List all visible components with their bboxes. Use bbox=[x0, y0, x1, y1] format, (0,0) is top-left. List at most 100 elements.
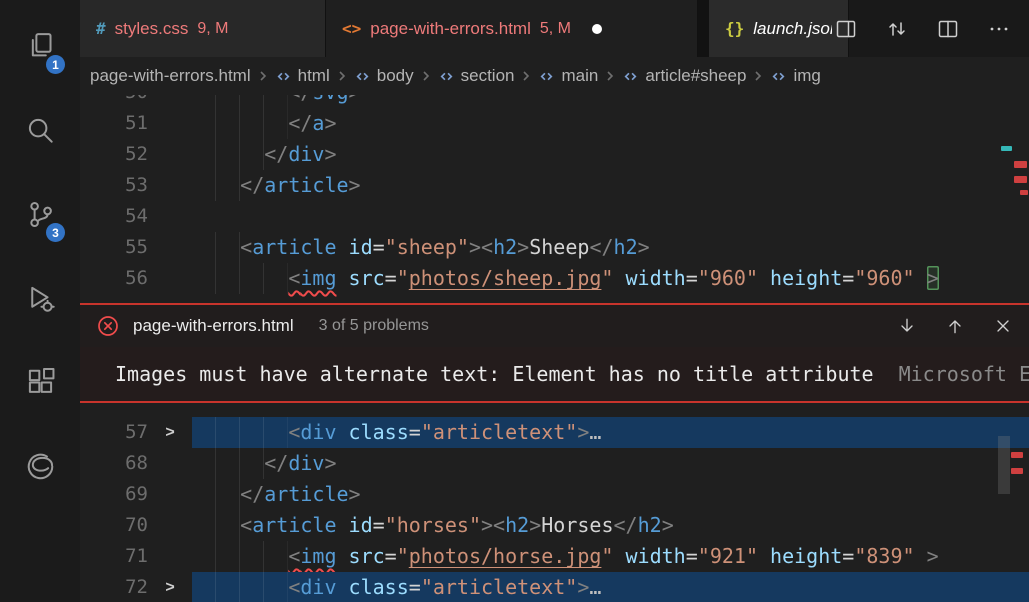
code-text[interactable]: <article id="sheep"><h2>Sheep</h2> bbox=[192, 232, 1029, 263]
code-token: div bbox=[300, 575, 336, 599]
code-line-69[interactable]: 69 </article> bbox=[80, 479, 1029, 510]
chevron-right-icon bbox=[255, 68, 271, 84]
line-number[interactable]: 53 bbox=[80, 170, 148, 201]
peek-message-row[interactable]: Images must have alternate text: Element… bbox=[80, 347, 1029, 401]
line-number[interactable]: 52 bbox=[80, 139, 148, 170]
activity-search[interactable] bbox=[0, 88, 80, 172]
line-number[interactable]: 51 bbox=[80, 108, 148, 139]
indent-guides bbox=[192, 263, 288, 294]
code-text[interactable]: <article id="horses"><h2>Horses</h2> bbox=[192, 510, 1029, 541]
code-token: "839" bbox=[854, 544, 914, 568]
code-token: > bbox=[577, 420, 589, 444]
code-text[interactable]: <img src="photos/horse.jpg" width="921" … bbox=[192, 541, 1029, 572]
overview-error-mark bbox=[1011, 468, 1023, 474]
activity-source-control[interactable]: 3 bbox=[0, 172, 80, 256]
fold-gutter bbox=[148, 510, 192, 541]
code-text[interactable]: </svg> bbox=[192, 95, 1029, 108]
editor-bottom: 57><div class="articletext">…68</div>69<… bbox=[80, 403, 1029, 602]
breadcrumb-item[interactable]: page-with-errors.html bbox=[88, 66, 253, 86]
code-text[interactable]: </div> bbox=[192, 139, 1029, 170]
previous-problem-icon[interactable] bbox=[945, 316, 965, 336]
line-number[interactable]: 56 bbox=[80, 263, 148, 294]
breadcrumb-item[interactable]: img bbox=[768, 66, 822, 86]
code-text[interactable]: </div> bbox=[192, 448, 1029, 479]
breadcrumb-item[interactable]: html bbox=[273, 66, 332, 86]
more-actions-icon[interactable] bbox=[987, 17, 1011, 41]
code-token: h2 bbox=[505, 513, 529, 537]
line-number[interactable]: 54 bbox=[80, 201, 148, 232]
code-token: = bbox=[842, 544, 854, 568]
code-line-52[interactable]: 52 </div> bbox=[80, 139, 1029, 170]
editor-actions bbox=[849, 0, 1029, 57]
line-number[interactable]: 70 bbox=[80, 510, 148, 541]
code-line-56[interactable]: 56 <img src="photos/sheep.jpg" width="960… bbox=[80, 263, 1029, 294]
fold-gutter bbox=[148, 448, 192, 479]
code-token bbox=[758, 266, 770, 290]
code-token: > bbox=[349, 95, 361, 104]
code-token: < bbox=[288, 575, 300, 599]
code-token: … bbox=[589, 420, 601, 444]
code-line-53[interactable]: 53 </article> bbox=[80, 170, 1029, 201]
activity-run-debug[interactable] bbox=[0, 256, 80, 340]
code-token: "articletext" bbox=[421, 575, 578, 599]
editor-top: 50 </svg> 51 </a> 52 </div> 53 </article> 5455 <a… bbox=[80, 95, 1029, 303]
activity-extensions[interactable] bbox=[0, 340, 80, 424]
code-line-72[interactable]: 72><div class="articletext">… bbox=[80, 572, 1029, 602]
line-number[interactable]: 72 bbox=[80, 572, 148, 602]
code-token: id bbox=[349, 513, 373, 537]
scrollbar-thumb[interactable] bbox=[998, 436, 1010, 494]
code-line-70[interactable]: 70 <article id="horses"><h2>Horses</h2> bbox=[80, 510, 1029, 541]
next-problem-icon[interactable] bbox=[897, 316, 917, 336]
code-text[interactable]: <img src="photos/sheep.jpg" width="960" … bbox=[192, 263, 1029, 294]
code-text[interactable] bbox=[192, 201, 1029, 232]
split-editor-icon[interactable] bbox=[936, 17, 960, 41]
unsaved-changes-dot[interactable] bbox=[592, 24, 602, 34]
breadcrumb-item[interactable]: main bbox=[536, 66, 600, 86]
code-line-55[interactable]: 55 <article id="sheep"><h2>Sheep</h2> bbox=[80, 232, 1029, 263]
line-number[interactable]: 69 bbox=[80, 479, 148, 510]
code-token: "921" bbox=[698, 544, 758, 568]
run-debug-icon bbox=[24, 282, 57, 315]
code-line-71[interactable]: 71<img src="photos/horse.jpg" width="921… bbox=[80, 541, 1029, 572]
code-text[interactable]: <div class="articletext">… bbox=[192, 417, 1029, 448]
compare-changes-icon[interactable] bbox=[885, 17, 909, 41]
code-token: img bbox=[300, 544, 336, 568]
fold-chevron-icon[interactable]: > bbox=[148, 572, 192, 602]
code-token: div bbox=[288, 451, 324, 475]
line-number[interactable]: 68 bbox=[80, 448, 148, 479]
activity-edge-devtools[interactable] bbox=[0, 424, 80, 508]
line-number[interactable]: 71 bbox=[80, 541, 148, 572]
activity-explorer[interactable]: 1 bbox=[0, 4, 80, 88]
code-text[interactable]: <div class="articletext">… bbox=[192, 572, 1029, 602]
indent-guides bbox=[192, 479, 240, 510]
breadcrumb-item[interactable]: article#sheep bbox=[620, 66, 748, 86]
toggle-layout-icon[interactable] bbox=[834, 17, 858, 41]
tab-styles-css[interactable]: # styles.css 9, M bbox=[80, 0, 326, 57]
fold-gutter bbox=[148, 139, 192, 170]
line-number[interactable]: 55 bbox=[80, 232, 148, 263]
breadcrumb-item[interactable]: body bbox=[352, 66, 416, 86]
breadcrumb-item[interactable]: section bbox=[436, 66, 517, 86]
file-path-link[interactable]: photos/sheep.jpg bbox=[409, 266, 602, 290]
file-path-link[interactable]: photos/horse.jpg bbox=[409, 544, 602, 568]
code-line-50[interactable]: 50 </svg> bbox=[80, 95, 1029, 108]
code-text[interactable]: </article> bbox=[192, 479, 1029, 510]
code-line-68[interactable]: 68 </div> bbox=[80, 448, 1029, 479]
code-text[interactable]: </a> bbox=[192, 108, 1029, 139]
code-line-51[interactable]: 51 </a> bbox=[80, 108, 1029, 139]
code-token: = bbox=[409, 575, 421, 599]
overview-error-mark bbox=[1014, 161, 1027, 168]
code-line-54[interactable]: 54 bbox=[80, 201, 1029, 232]
line-number[interactable]: 50 bbox=[80, 95, 148, 108]
code-token: article bbox=[264, 173, 348, 197]
fold-chevron-icon[interactable]: > bbox=[148, 417, 192, 448]
code-token: Horses bbox=[541, 513, 613, 537]
tab-launch-json[interactable]: {} launch.json bbox=[709, 0, 849, 57]
code-line-57[interactable]: 57><div class="articletext">… bbox=[80, 417, 1029, 448]
tab-page-with-errors[interactable]: <> page-with-errors.html 5, M bbox=[326, 0, 698, 57]
fold-gutter bbox=[148, 108, 192, 139]
json-file-icon: {} bbox=[725, 19, 744, 38]
code-text[interactable]: </article> bbox=[192, 170, 1029, 201]
close-peek-icon[interactable] bbox=[993, 316, 1013, 336]
line-number[interactable]: 57 bbox=[80, 417, 148, 448]
